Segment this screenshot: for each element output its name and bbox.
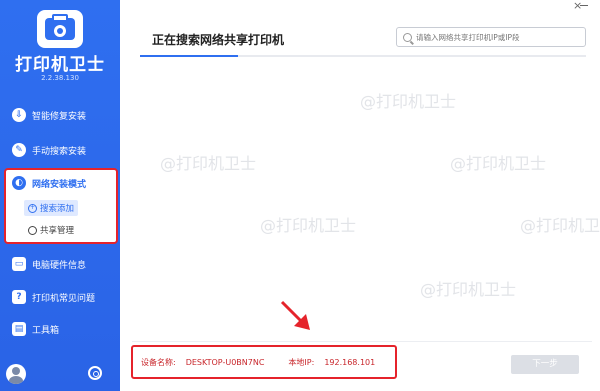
main-panel: × 正在搜索网络共享打印机 @打印机卫士 @打印机卫士 @打印机卫士 @打印机卫…: [120, 0, 600, 391]
search-progress: [140, 55, 586, 57]
next-button[interactable]: 下一步: [511, 355, 579, 374]
watermark: @打印机卫士: [260, 216, 357, 235]
search-add-icon: +: [28, 203, 37, 213]
sidebar-item-network-install[interactable]: ◐ 网络安装模式: [12, 176, 86, 190]
watermark: @打印机卫士: [160, 154, 257, 173]
page-title: 正在搜索网络共享打印机: [152, 33, 285, 47]
network-icon: ◐: [12, 176, 26, 190]
settings-icon[interactable]: [88, 366, 102, 380]
annotation-arrow-icon: [280, 300, 310, 330]
device-name-value: DESKTOP-U0BN7NC: [185, 357, 265, 367]
sidebar-subitem-search-add[interactable]: + 搜索添加: [24, 200, 79, 216]
paper-icon: [52, 14, 68, 22]
sidebar: 打印机卫士 2.2.38.130 ⇩ 智能修复安装 ✎ 手动搜索安装 ◐ 网络安…: [0, 0, 120, 391]
app-title: 打印机卫士: [15, 55, 105, 75]
sidebar-item-label: 智能修复安装: [32, 111, 87, 122]
sidebar-subitem-label: 共享管理: [40, 226, 75, 236]
divider: [132, 341, 592, 342]
sidebar-item-toolbox[interactable]: ▤ 工具箱: [0, 314, 120, 344]
shield-icon: [54, 25, 66, 37]
sidebar-item-label: 手动搜索安装: [32, 146, 87, 157]
device-info: 设备名称: DESKTOP-U0BN7NC 本地IP: 192.168.101: [131, 345, 397, 379]
progress-fill: [140, 55, 239, 57]
search-box: [396, 27, 586, 47]
sidebar-item-manual-search[interactable]: ✎ 手动搜索安装: [0, 135, 120, 165]
watermark: @打印机卫士: [520, 216, 600, 235]
local-ip-label: 本地IP:: [288, 357, 315, 367]
sidebar-item-hardware-info[interactable]: ▭ 电脑硬件信息: [0, 249, 120, 279]
app-version: 2.2.38.130: [41, 74, 79, 82]
local-ip-value: 192.168.101: [324, 357, 376, 367]
watermark: @打印机卫士: [420, 280, 517, 299]
question-icon: ?: [12, 290, 26, 304]
sidebar-subitem-share-manage[interactable]: 共享管理: [24, 222, 78, 238]
watermark: @打印机卫士: [450, 154, 547, 173]
sidebar-item-label: 打印机常见问题: [32, 293, 96, 304]
close-icon[interactable]: ×: [573, 0, 582, 12]
device-name-label: 设备名称:: [141, 357, 176, 367]
wrench-icon: ✎: [12, 143, 26, 157]
hardware-icon: ▭: [12, 257, 26, 271]
sidebar-group-network-install: ◐ 网络安装模式 + 搜索添加 共享管理: [4, 168, 118, 244]
share-icon: [28, 225, 37, 235]
watermark: @打印机卫士: [360, 92, 457, 111]
app-logo: [37, 10, 83, 48]
sidebar-item-label: 电脑硬件信息: [32, 260, 87, 271]
sidebar-item-printer-faq[interactable]: ? 打印机常见问题: [0, 282, 120, 312]
sidebar-item-label: 工具箱: [32, 325, 60, 336]
search-input[interactable]: [416, 32, 581, 42]
repair-icon: ⇩: [12, 108, 26, 122]
sidebar-item-label: 网络安装模式: [32, 179, 87, 190]
sidebar-item-smart-repair[interactable]: ⇩ 智能修复安装: [0, 100, 120, 130]
avatar[interactable]: [6, 364, 26, 384]
sidebar-subitem-label: 搜索添加: [40, 204, 75, 214]
search-icon[interactable]: [403, 32, 412, 42]
toolbox-icon: ▤: [12, 322, 26, 336]
